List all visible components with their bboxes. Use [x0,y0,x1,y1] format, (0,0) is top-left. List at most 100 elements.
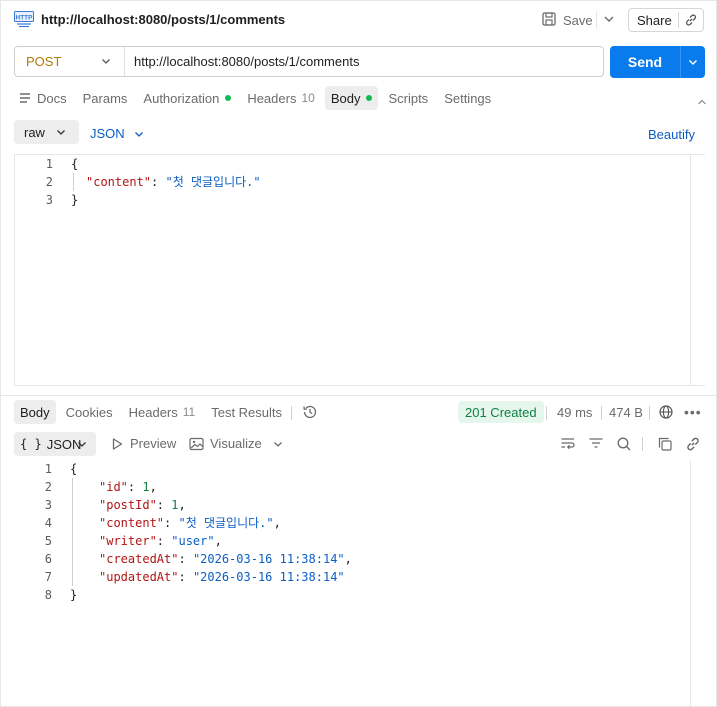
copy-link-button[interactable] [679,13,703,27]
tab-response-body[interactable]: Body [14,400,56,424]
divider [601,406,602,420]
body-mode-label: raw [24,124,45,140]
divider [642,437,643,451]
tab-label: Body [20,404,50,420]
chevron-down-icon [78,442,86,447]
code-line: "content": "첫 댓글입니다." [86,175,261,189]
visualize-label: Visualize [210,436,262,451]
play-icon [112,437,123,450]
save-label: Save [563,12,593,28]
code-line: "id": 1, [99,480,157,494]
chevron-down-icon [134,131,143,137]
response-toolbar: { } JSON Preview Visualize [14,432,705,456]
method-select[interactable]: POST [15,47,125,76]
line-number: 1 [44,462,52,476]
tab-scripts[interactable]: Scripts [382,86,434,110]
link-icon [687,437,699,451]
response-viewer-scrollbar[interactable] [690,460,691,707]
code-line: { [71,157,79,171]
tab-test-results[interactable]: Test Results [205,400,288,424]
copy-icon [658,437,672,451]
chevron-down-icon [274,442,282,447]
beautify-button[interactable]: Beautify [648,127,695,142]
chevron-down-icon [102,59,110,64]
tab-response-headers[interactable]: Headers 11 [123,400,202,424]
request-tabs: Docs Params Authorization Headers 10 Bod… [14,86,501,110]
globe-icon[interactable] [658,404,674,423]
code-line: "updatedAt": "2026-03-16 11:38:14" [99,570,345,584]
more-options-icon[interactable]: ••• [684,404,702,420]
line-number: 5 [44,534,52,548]
link-icon [686,14,697,26]
image-icon [189,437,204,450]
code-line: { [70,462,78,476]
send-options-button[interactable] [681,56,705,68]
tab-label: Scripts [388,90,429,106]
search-icon [617,437,631,451]
line-number: 1 [45,157,53,171]
tab-label: Headers [247,90,297,106]
visualize-button[interactable]: Visualize [189,436,262,451]
tab-docs[interactable]: Docs [14,86,73,110]
docs-icon [20,93,30,103]
svg-text:HTTP: HTTP [16,15,34,22]
filter-icon [589,438,603,448]
tab-label: Authorization [143,90,220,106]
save-options-button[interactable] [602,9,616,29]
code-line: "content": "첫 댓글입니다.", [99,516,281,530]
share-button[interactable]: Share [628,8,704,32]
response-time[interactable]: 49 ms [557,405,592,420]
code-line: "postId": 1, [99,498,186,512]
copy-button[interactable] [657,436,673,452]
save-button[interactable]: Save [541,8,593,32]
divider [596,11,597,29]
wrap-lines-button[interactable] [560,436,576,450]
chevron-down-icon [604,16,614,22]
line-number: 3 [44,498,52,512]
braces-icon: { } [20,437,42,451]
body-mode-select[interactable]: raw [14,120,79,144]
code-line: } [70,588,78,602]
tab-authorization[interactable]: Authorization [137,86,237,110]
divider [546,406,547,420]
preview-button[interactable]: Preview [110,436,176,451]
history-icon[interactable] [302,404,318,423]
divider [649,406,650,420]
response-body-viewer[interactable]: 1 2 3 4 5 6 7 8 { "id": 1, "postId": 1, … [14,460,691,705]
tab-settings[interactable]: Settings [438,86,497,110]
tab-label: Params [82,90,128,106]
line-number: 2 [45,175,53,189]
url-input[interactable]: http://localhost:8080/posts/1/comments [125,54,359,69]
request-body-editor[interactable]: 1 2 3 { "content": "첫 댓글입니다." } [14,154,705,386]
chevron-up-icon[interactable] [696,95,708,110]
response-size[interactable]: 474 B [609,405,643,420]
save-icon [541,11,557,30]
tab-count: 10 [301,91,315,105]
response-tabs: Body Cookies Headers 11 Test Results [14,400,292,424]
line-number: 3 [45,193,53,207]
indent-guide [73,173,74,191]
tab-label: Cookies [65,404,113,420]
code-line: } [71,193,79,207]
filter-button[interactable] [588,436,604,450]
response-format-select[interactable]: { } JSON [14,432,96,456]
url-bar: POST http://localhost:8080/posts/1/comme… [14,46,604,77]
send-label: Send [627,54,663,70]
search-button[interactable] [616,436,632,452]
pane-divider[interactable] [1,395,717,396]
tab-label: Settings [444,90,492,106]
tab-body[interactable]: Body [324,86,379,110]
tab-params[interactable]: Params [77,86,134,110]
status-badge[interactable]: 201 Created [458,401,544,423]
line-number: 4 [44,516,52,530]
request-title[interactable]: http://localhost:8080/posts/1/comments [41,12,285,27]
body-language-select[interactable]: JSON [90,126,145,141]
request-editor-scrollbar[interactable] [690,154,705,386]
app-window: HTTP http://localhost:8080/posts/1/comme… [0,0,717,707]
send-button[interactable]: Send [610,46,705,78]
visualize-options-button[interactable] [272,438,284,450]
tab-label: Headers [128,404,178,420]
tab-cookies[interactable]: Cookies [60,400,119,424]
copy-link-button[interactable] [685,436,701,452]
tab-headers[interactable]: Headers 10 [241,86,321,110]
